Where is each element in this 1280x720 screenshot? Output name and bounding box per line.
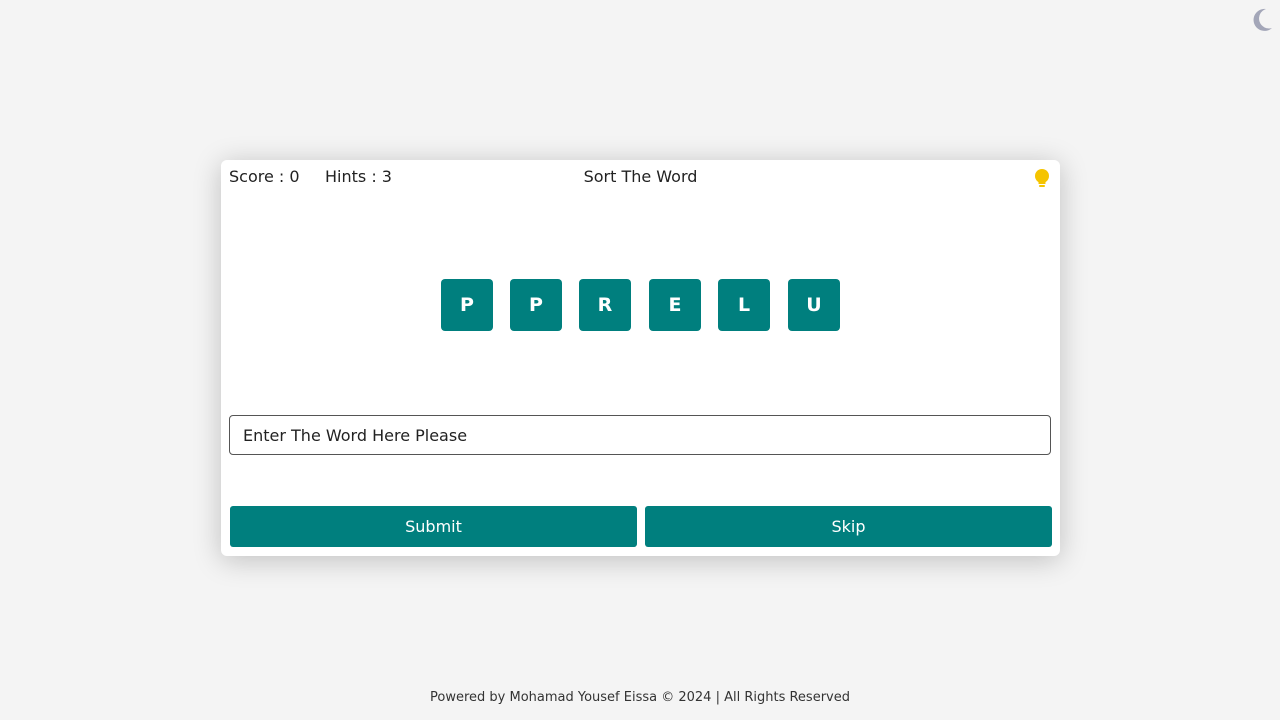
letter-tile[interactable]: P [441, 279, 493, 331]
page-title: Sort The Word [583, 167, 698, 186]
letter-tile[interactable]: R [579, 279, 631, 331]
skip-button[interactable]: Skip [645, 506, 1052, 547]
theme-toggle-moon-icon[interactable] [1247, 6, 1275, 34]
submit-button[interactable]: Submit [230, 506, 637, 547]
word-input[interactable] [229, 415, 1051, 455]
game-card: Score : 0 Hints : 3 Sort The Word P P R … [221, 160, 1060, 556]
game-header: Score : 0 Hints : 3 Sort The Word [221, 160, 1060, 194]
letter-tile[interactable]: P [510, 279, 562, 331]
letter-tile[interactable]: U [788, 279, 840, 331]
letter-tile[interactable]: L [718, 279, 770, 331]
hint-lightbulb-icon[interactable] [1032, 168, 1052, 190]
footer-credit: Powered by Mohamad Yousef Eissa © 2024 |… [430, 690, 850, 705]
letter-tile[interactable]: E [649, 279, 701, 331]
letter-tiles: P P R E L U [441, 279, 841, 331]
